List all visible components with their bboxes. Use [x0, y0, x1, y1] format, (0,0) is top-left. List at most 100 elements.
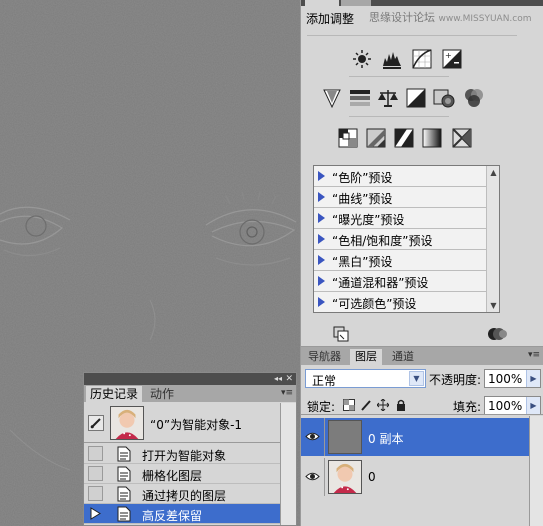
- layer-row-0-copy[interactable]: 0 副本: [301, 418, 529, 456]
- expand-triangle-icon[interactable]: [318, 171, 325, 181]
- close-icon[interactable]: ✕: [285, 373, 293, 385]
- preset-item[interactable]: “色阶”预设: [314, 166, 486, 187]
- invert-icon[interactable]: [337, 127, 359, 149]
- opacity-field[interactable]: 100% ▶: [484, 369, 541, 388]
- preset-list: “色阶”预设 “曲线”预设 “曝光度”预设 “色相/饱和度”预设 “黑白”预设 …: [313, 165, 500, 313]
- expand-triangle-icon[interactable]: [318, 255, 325, 265]
- history-snapshot[interactable]: “0”为智能对象-1: [84, 403, 280, 443]
- history-state-label: 栅格化图层: [142, 469, 203, 483]
- tab-channels[interactable]: 通道: [387, 349, 419, 365]
- opacity-value: 100%: [488, 372, 523, 386]
- blend-mode-value: 正常: [312, 374, 337, 388]
- divider: [349, 116, 449, 117]
- preset-item[interactable]: “通道混和器”预设: [314, 271, 486, 292]
- expand-triangle-icon[interactable]: [318, 234, 325, 244]
- history-brush-source-icon[interactable]: [88, 415, 104, 431]
- history-state-selected[interactable]: 高反差保留: [84, 504, 280, 524]
- preset-item[interactable]: “曲线”预设: [314, 187, 486, 208]
- layer-thumbnail: [328, 460, 362, 494]
- preset-item[interactable]: “可选颜色”预设: [314, 292, 486, 313]
- adjustments-tab[interactable]: [305, 0, 339, 6]
- panel-menu-icon[interactable]: ▾≡: [281, 388, 293, 398]
- history-state-label: 打开为智能对象: [142, 449, 227, 463]
- lock-all-icon[interactable]: [395, 399, 407, 411]
- eye-icon[interactable]: [305, 429, 320, 444]
- posterize-icon[interactable]: [365, 127, 387, 149]
- scroll-down-arrow-icon[interactable]: ▼: [487, 299, 500, 312]
- collapse-icon[interactable]: ◂◂: [274, 373, 282, 385]
- adjustments-panel: 添加调整 思缘设计论坛 www.MISSYUAN.com + “色阶”预设 “曲…: [300, 0, 543, 346]
- expand-triangle-icon[interactable]: [318, 192, 325, 202]
- history-scrollbar[interactable]: [280, 403, 296, 525]
- curves-icon[interactable]: [411, 48, 433, 70]
- layer-thumbnail: [328, 420, 362, 454]
- clip-to-layer-icon[interactable]: [333, 326, 349, 342]
- divider: [349, 76, 449, 77]
- view-previous-state-icon[interactable]: [487, 326, 507, 342]
- snapshot-thumbnail: [110, 406, 144, 440]
- divider: [307, 35, 517, 36]
- brightness-contrast-icon[interactable]: [351, 48, 373, 70]
- preset-item[interactable]: “黑白”预设: [314, 250, 486, 271]
- eye-icon[interactable]: [305, 469, 320, 484]
- photo-filter-icon[interactable]: [433, 87, 455, 109]
- visibility-toggle[interactable]: [301, 458, 325, 496]
- history-brush-source-checkbox[interactable]: [88, 466, 103, 481]
- levels-icon[interactable]: [381, 48, 403, 70]
- gradient-map-icon[interactable]: [421, 127, 443, 149]
- history-panel-topbar: ◂◂ ✕: [84, 373, 296, 385]
- history-state[interactable]: 通过拷贝的图层: [84, 484, 280, 504]
- exposure-icon[interactable]: +: [441, 48, 463, 70]
- history-state[interactable]: 打开为智能对象: [84, 444, 280, 464]
- svg-text:+: +: [445, 51, 452, 60]
- chevron-right-icon[interactable]: ▶: [526, 370, 540, 387]
- expand-triangle-icon[interactable]: [318, 297, 325, 307]
- vibrance-icon[interactable]: [321, 87, 343, 109]
- adjustments-title: 添加调整: [306, 12, 355, 26]
- history-state-icon: [117, 446, 131, 462]
- preset-item[interactable]: “色相/饱和度”预设: [314, 229, 486, 250]
- lock-position-icon[interactable]: [377, 399, 389, 411]
- tab-layers[interactable]: 图层: [350, 349, 382, 365]
- preset-label: “曲线”预设: [332, 192, 393, 206]
- chevron-right-icon[interactable]: ▶: [526, 397, 540, 414]
- scroll-up-arrow-icon[interactable]: ▲: [487, 166, 500, 179]
- channel-mixer-icon[interactable]: [463, 87, 485, 109]
- adjustment-icons-row-2: [301, 87, 543, 109]
- black-white-icon[interactable]: [405, 87, 427, 109]
- lock-image-pixels-icon[interactable]: [360, 399, 372, 411]
- fill-field[interactable]: 100% ▶: [484, 396, 541, 415]
- history-brush-source-checkbox[interactable]: [88, 446, 103, 461]
- chevron-down-icon[interactable]: ▼: [409, 371, 424, 386]
- preset-scrollbar[interactable]: ▲ ▼: [486, 166, 499, 312]
- history-state[interactable]: 栅格化图层: [84, 464, 280, 484]
- threshold-icon[interactable]: [393, 127, 415, 149]
- fill-label: 填充:: [453, 400, 482, 414]
- panel-menu-icon[interactable]: ▾≡: [528, 350, 540, 360]
- layer-row-0[interactable]: 0: [301, 458, 529, 496]
- tab-navigator[interactable]: 导航器: [303, 349, 346, 365]
- visibility-toggle[interactable]: [301, 418, 325, 456]
- layer-name[interactable]: 0: [368, 470, 376, 484]
- color-balance-icon[interactable]: [377, 87, 399, 109]
- adjustment-icons-row-1: +: [301, 48, 543, 70]
- lock-transparent-pixels-icon[interactable]: [343, 399, 355, 411]
- selective-color-icon[interactable]: [451, 127, 473, 149]
- history-state-slider-arrow-icon[interactable]: [88, 506, 103, 521]
- preset-item[interactable]: “曝光度”预设: [314, 208, 486, 229]
- layers-scrollbar[interactable]: [529, 416, 543, 526]
- tab-actions[interactable]: 动作: [146, 386, 178, 402]
- tab-history[interactable]: 历史记录: [86, 386, 143, 402]
- layers-tab-bar: 导航器 图层 通道 ▾≡: [301, 347, 543, 365]
- history-brush-source-checkbox[interactable]: [88, 486, 103, 501]
- preset-label: “通道混和器”预设: [332, 276, 429, 290]
- history-state-icon: [117, 506, 131, 522]
- blend-mode-select[interactable]: 正常 ▼: [305, 369, 426, 388]
- watermark: 思缘设计论坛 www.MISSYUAN.com: [369, 11, 532, 24]
- expand-triangle-icon[interactable]: [318, 276, 325, 286]
- hue-saturation-icon[interactable]: [349, 87, 371, 109]
- masks-tab[interactable]: [341, 0, 371, 6]
- opacity-label: 不透明度:: [429, 373, 482, 387]
- layer-name[interactable]: 0 副本: [368, 430, 403, 447]
- expand-triangle-icon[interactable]: [318, 213, 325, 223]
